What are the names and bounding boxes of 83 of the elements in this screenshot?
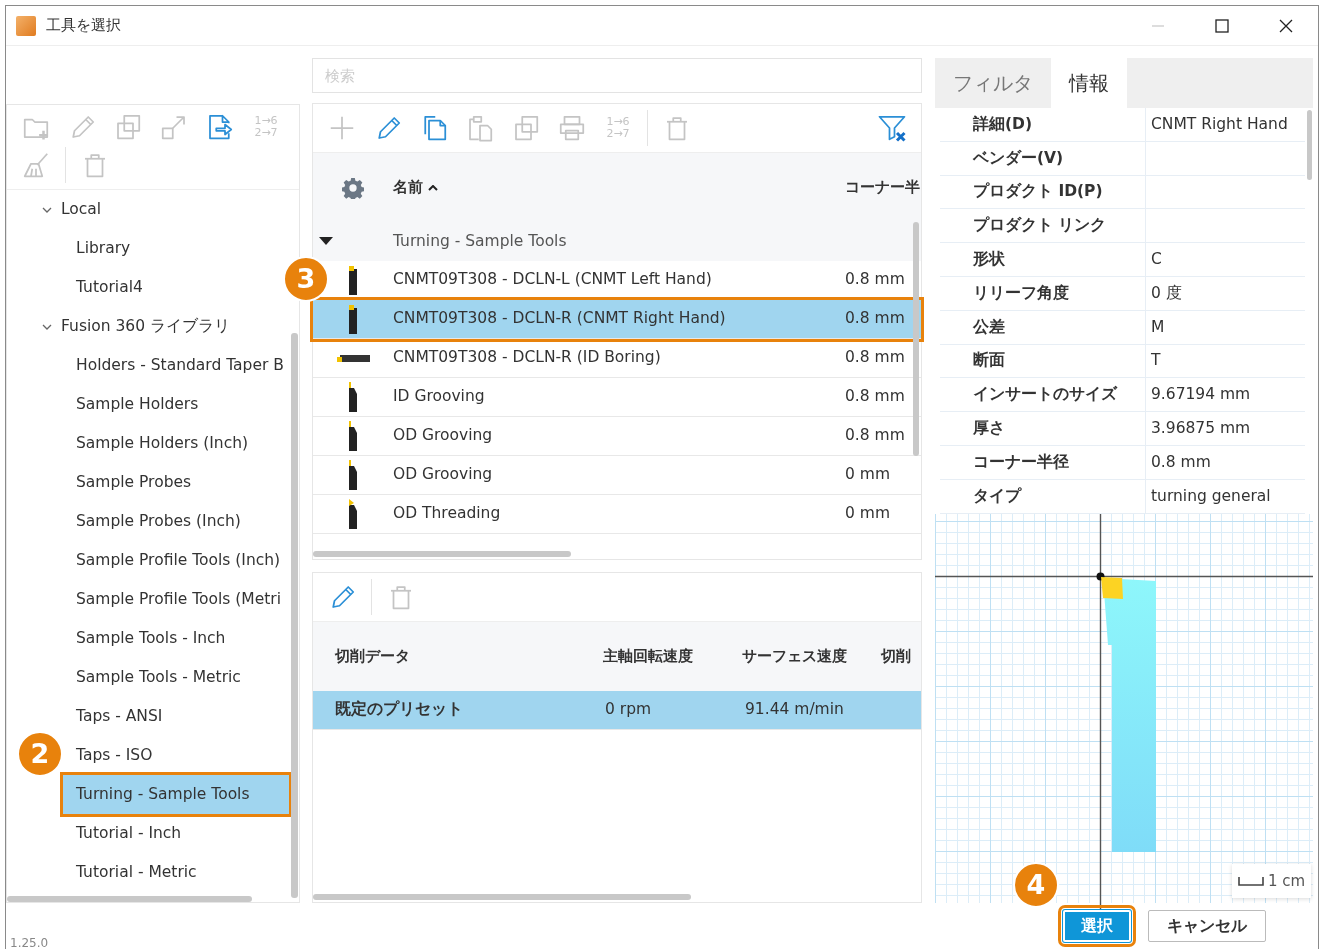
property-value: turning general [1151,485,1271,507]
property-label: ベンダー(V) [972,147,1065,169]
group-label: Turning - Sample Tools [393,230,568,252]
property-value: C [1151,248,1162,270]
tree-item[interactable]: Local [41,190,102,229]
table-cell-text: 0.8 mm [845,386,906,408]
property-label: インサートのサイズ [972,384,1119,406]
tree-item[interactable]: Tutorial - Metric [63,853,197,892]
table-cell-text: 0 mm [845,503,891,525]
property-label: 公差 [972,316,1006,338]
tree-item[interactable]: Taps - ISO [63,736,153,775]
table-cell-text: 既定のプリセット [335,699,464,721]
window-title: 工具を選択 [46,15,121,37]
table-cell-text: OD Grooving [393,464,494,486]
tree-item[interactable]: Sample Probes [63,463,192,502]
column-header[interactable]: 切削 [881,645,921,668]
property-label: プロダクト ID(P) [972,181,1104,203]
panel-tab[interactable]: 情報 [1051,58,1127,108]
scale-text: 1 cm [1268,870,1306,892]
property-value: 9.67194 mm [1151,384,1251,406]
table-cell-text: CNMT09T308 - DCLN-L (CNMT Left Hand) [393,269,713,291]
table-cell-text: 0 mm [845,464,891,486]
property-value: 0.8 mm [1151,451,1211,473]
tree-item[interactable]: Tutorial4 [63,268,143,307]
callout-badge: 2 [17,731,63,777]
property-label: リリーフ角度 [972,282,1070,304]
app-logo-icon [16,15,36,36]
column-header[interactable]: サーフェス速度 [741,645,882,668]
tree-item[interactable]: Sample Holders (Inch) [63,424,249,463]
tree-item[interactable]: Fusion 360 ライブラリ [41,307,231,346]
table-cell-text: OD Threading [393,503,502,525]
property-label: 形状 [972,248,1006,270]
tree-item[interactable]: Holders - Standard Taper B [63,346,284,385]
table-cell-text: CNMT09T308 - DCLN-R (CNMT Right Hand) [393,308,727,330]
tree-item[interactable]: Sample Profile Tools (Metri [63,580,281,619]
property-value: T [1151,350,1161,372]
property-value: M [1151,316,1165,338]
scrollbar-thumb[interactable] [913,222,919,456]
table-row[interactable]: 既定のプリセット 0 rpm 91.44 m/min [313,691,921,730]
tree-item[interactable]: Sample Holders [63,385,199,424]
table-cell-text: 0.8 mm [845,425,906,447]
table-cell-text: ID Grooving [393,386,486,408]
property-label: タイプ [972,485,1023,507]
tree-item[interactable]: Library [63,229,131,268]
property-label: 断面 [972,350,1006,372]
expand-triangle-icon[interactable] [319,236,333,247]
property-label: プロダクト リンク [972,215,1108,237]
property-value: CNMT Right Hand [1151,113,1288,135]
column-header[interactable]: 名前 [393,176,845,199]
group-row[interactable]: Turning - Sample Tools [313,222,921,261]
column-header[interactable]: コーナー半 [845,176,921,199]
table-cell-text: 0.8 mm [845,308,906,330]
table-cell-text: 0 rpm [605,699,653,721]
scrollbar-thumb[interactable] [291,333,298,898]
table-row[interactable]: CNMT09T308 - DCLN-R (CNMT Right Hand) 0.8 mm [313,300,921,339]
scrollbar-thumb[interactable] [1307,110,1312,180]
scrollbar-thumb[interactable] [313,551,571,557]
table-cell-text: 91.44 m/min [745,699,845,721]
column-header[interactable]: 切削データ [335,645,603,668]
settings-icon[interactable] [342,176,364,199]
scrollbar-thumb[interactable] [313,894,691,900]
table-cell-text: CNMT09T308 - DCLN-R (ID Boring) [393,347,662,369]
column-header[interactable]: 主軸回転速度 [602,645,742,668]
panel-tab[interactable]: フィルタ [935,58,1051,108]
tree-item[interactable]: Sample Tools - Metric [63,658,241,697]
version-text: 1.25.0 [10,935,49,949]
table-cell-text: 0.8 mm [845,269,906,291]
property-value: 3.96875 mm [1151,417,1251,439]
property-value: 0 度 [1151,282,1182,304]
scale-bar-icon [1238,875,1264,886]
tree-item[interactable]: Sample Tools - Inch [63,619,226,658]
tree-item[interactable]: Sample Probes (Inch) [63,502,241,541]
table-cell-text: OD Grooving [393,425,494,447]
scrollbar-thumb[interactable] [7,896,252,902]
property-label: 詳細(D) [972,113,1034,135]
tree-item[interactable]: Taps - ANSI [63,697,163,736]
tree-item[interactable]: Turning - Sample Tools [63,775,289,814]
cancel-button[interactable]: キャンセル [1148,910,1266,942]
property-label: コーナー半径 [972,451,1070,473]
property-label: 厚さ [972,417,1006,439]
tree-item[interactable]: Sample Profile Tools (Inch) [63,541,281,580]
table-cell-text: 0.8 mm [845,347,906,369]
tree-item[interactable]: Tutorial - Inch [63,814,182,853]
